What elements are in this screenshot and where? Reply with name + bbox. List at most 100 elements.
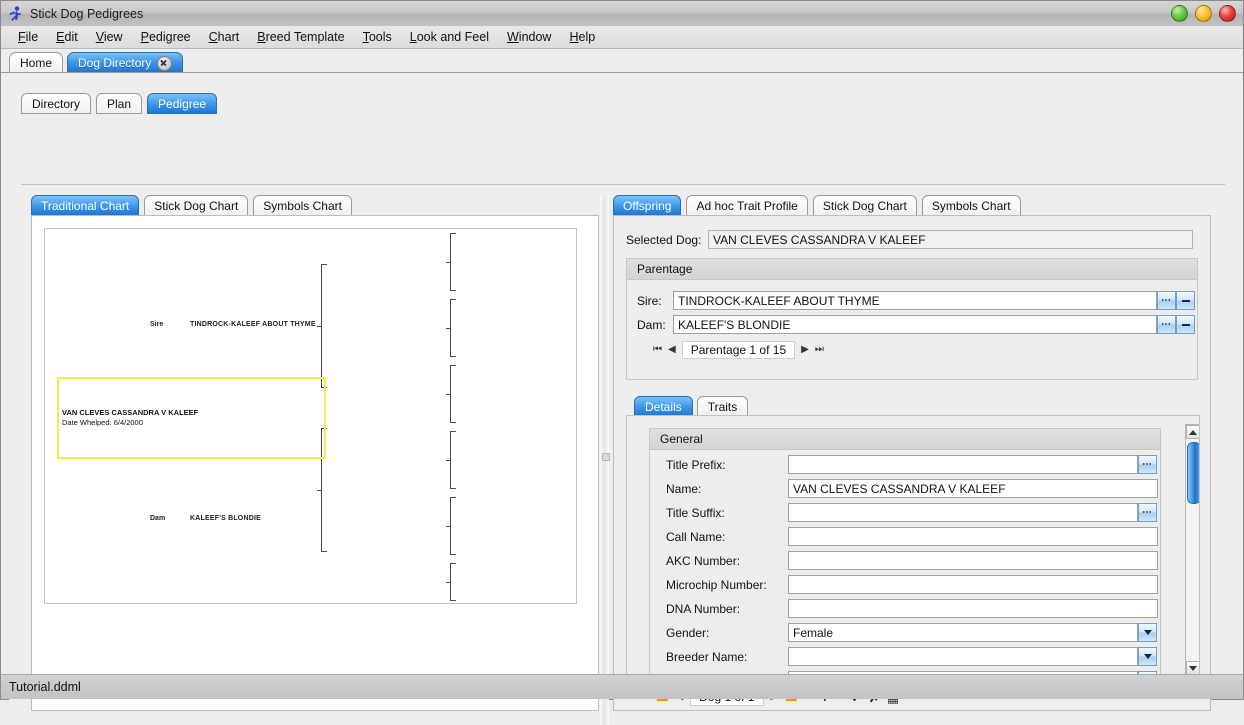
document-tab-dog-directory[interactable]: Dog Directory [67,52,184,73]
menu-file[interactable]: File [9,28,47,46]
pedigree-selected-dog-box[interactable]: VAN CLEVES CASSANDRA V KALEEF Date Whelp… [57,377,326,459]
gender-chevron-down-icon[interactable] [1138,623,1157,642]
bracket-stub [446,526,451,528]
menu-look-and-feel[interactable]: Look and Feel [401,28,498,46]
menu-chart[interactable]: Chart [200,28,249,46]
pedigree-selected-dog-name: VAN CLEVES CASSANDRA V KALEEF [62,408,199,417]
maximize-button[interactable] [1195,5,1212,22]
field-row-microchip-number: Microchip Number: [666,575,1158,594]
call-name-input[interactable] [788,527,1158,546]
pedigree-bracket-gen3-3 [446,365,456,423]
tab-offspring[interactable]: Offspring [613,195,682,216]
document-tab-home[interactable]: Home [9,52,64,73]
parentage-prev-button[interactable]: ◀ [668,345,676,355]
scrollbar-thumb[interactable] [1187,442,1199,504]
dam-browse-button[interactable]: ⋯ [1157,315,1176,334]
minimize-button[interactable] [1171,5,1188,22]
tab-directory[interactable]: Directory [21,93,92,114]
name-input[interactable]: VAN CLEVES CASSANDRA V KALEEF [788,479,1158,498]
pedigree-bracket-gen3-5 [446,497,456,555]
gender-select[interactable]: Female [788,623,1138,642]
tab-plan-label: Plan [107,96,132,111]
menu-pedigree[interactable]: Pedigree [132,28,200,46]
parentage-next-button[interactable]: ▶ [801,345,809,355]
breeder-name-chevron-down-icon[interactable] [1138,647,1157,666]
detail-tab-bar: Details Traits [634,396,749,417]
title-suffix-browse-button[interactable]: ⋯ [1138,503,1157,522]
parentage-navigator: ⏮ ◀ Parentage 1 of 15 ▶ ⏭ [653,341,824,359]
close-button[interactable] [1219,5,1236,22]
menu-edit[interactable]: Edit [47,28,87,46]
title-bar: Stick Dog Pedigrees [1,1,1243,27]
tab-ad-hoc-trait-profile[interactable]: Ad hoc Trait Profile [686,195,808,216]
field-row-call-name: Call Name: [666,527,1158,546]
akc-number-input[interactable] [788,551,1158,570]
pedigree-dam-name: KALEEF'S BLONDIE [190,515,261,522]
parentage-dam-field[interactable]: KALEEF'S BLONDIE [673,315,1157,334]
document-tab-home-label: Home [20,56,53,70]
microchip-number-input[interactable] [788,575,1158,594]
section-tab-divider [21,184,1225,185]
offspring-pane: Offspring Ad hoc Trait Profile Stick Dog… [611,195,1221,725]
close-icon[interactable] [157,55,173,71]
tab-traditional-chart-label: Traditional Chart [41,198,130,213]
menu-help[interactable]: Help [560,28,604,46]
pedigree-chart-pane: Traditional Chart Stick Dog Chart Symbol… [9,195,603,725]
pane-splitter[interactable] [600,195,610,725]
breeder-name-select[interactable] [788,647,1138,666]
tab-plan[interactable]: Plan [96,93,143,114]
field-row-dna-number: DNA Number: [666,599,1158,618]
field-row-breeder-name: Breeder Name: [666,647,1157,666]
tab-traditional-chart[interactable]: Traditional Chart [31,195,140,216]
tab-stick-dog-chart[interactable]: Stick Dog Chart [144,195,249,216]
tab-details[interactable]: Details [634,396,693,417]
tab-right-symbols-chart[interactable]: Symbols Chart [921,195,1021,216]
scroll-down-icon[interactable] [1186,661,1199,675]
status-file-name: Tutorial.ddml [9,680,81,694]
pedigree-bracket-gen3-4 [446,431,456,489]
bracket-stub [317,326,322,328]
parentage-group: Parentage Sire: TINDROCK-KALEEF ABOUT TH… [626,258,1198,380]
menu-breed-template[interactable]: Breed Template [248,28,353,46]
parentage-last-button[interactable]: ⏭ [815,345,824,355]
tab-pedigree[interactable]: Pedigree [147,93,218,114]
details-scrollbar[interactable] [1185,424,1199,676]
parentage-first-button[interactable]: ⏮ [653,345,662,355]
parentage-sire-label: Sire: [637,293,662,308]
pedigree-selected-dog-date-whelped: Date Whelped: 6/4/2000 [62,418,143,427]
menu-window[interactable]: Window [498,28,560,46]
parentage-sire-field[interactable]: TINDROCK-KALEEF ABOUT THYME [673,291,1157,310]
title-suffix-input[interactable] [788,503,1138,522]
pedigree-page: Sire TINDROCK-KALEEF ABOUT THYME Dam KAL… [44,228,577,604]
chart-canvas[interactable]: Sire TINDROCK-KALEEF ABOUT THYME Dam KAL… [31,215,599,711]
tab-ad-hoc-trait-profile-label: Ad hoc Trait Profile [696,198,798,213]
tab-traits[interactable]: Traits [696,396,749,417]
dna-number-input[interactable] [788,599,1158,618]
title-prefix-browse-button[interactable]: ⋯ [1138,455,1157,474]
pedigree-dam-role: Dam [150,515,166,522]
sire-browse-button[interactable]: ⋯ [1157,291,1176,310]
parentage-sire-row: Sire: TINDROCK-KALEEF ABOUT THYME ⋯ [637,291,1195,310]
menu-view[interactable]: View [87,28,132,46]
parentage-dam-row: Dam: KALEEF'S BLONDIE ⋯ [637,315,1195,334]
tab-offspring-label: Offspring [623,198,672,213]
title-prefix-input[interactable] [788,455,1138,474]
pedigree-sire-role: Sire [150,321,164,328]
field-row-title-suffix: Title Suffix: ⋯ [666,503,1157,522]
scroll-up-icon[interactable] [1186,425,1199,439]
tab-symbols-chart[interactable]: Symbols Chart [253,195,352,216]
tab-details-label: Details [645,399,682,414]
sire-clear-button[interactable] [1176,291,1195,310]
dam-clear-button[interactable] [1176,315,1195,334]
menu-tools[interactable]: Tools [354,28,401,46]
tab-right-stick-dog-chart[interactable]: Stick Dog Chart [812,195,917,216]
offspring-tab-bar: Offspring Ad hoc Trait Profile Stick Dog… [613,195,1021,216]
general-group: General Title Prefix: ⋯ Name: VAN CLEVES… [649,428,1161,683]
bracket-stub [446,582,451,584]
tab-traits-label: Traits [707,399,738,414]
parentage-dam-label: Dam: [637,317,666,332]
splitter-grip-icon[interactable] [601,453,610,461]
microchip-number-label: Microchip Number: [666,577,767,592]
details-panel: General Title Prefix: ⋯ Name: VAN CLEVES… [626,415,1200,684]
general-group-title: General [650,429,1160,450]
